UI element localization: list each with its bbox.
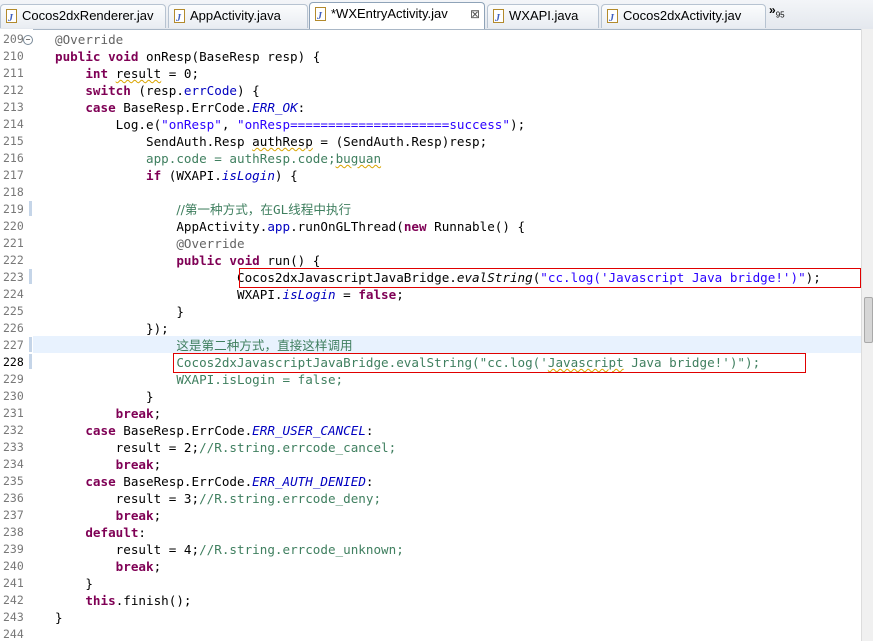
code-line-214[interactable]: Log.e("onResp", "onResp=================… xyxy=(55,116,525,133)
java-file-icon: J xyxy=(5,9,18,24)
code-line-236[interactable]: result = 3;//R.string.errcode_deny; xyxy=(55,490,381,507)
highlight-box-eval-string xyxy=(239,268,861,288)
overflow-count: 95 xyxy=(775,10,785,20)
change-marker xyxy=(29,201,32,216)
tab-wxapi[interactable]: J WXAPI.java xyxy=(487,4,599,28)
change-marker xyxy=(29,269,32,284)
editor-tab-bar: J Cocos2dxRenderer.jav J AppActivity.java … xyxy=(0,0,873,30)
tab-cocos2dx-renderer[interactable]: J Cocos2dxRenderer.jav xyxy=(0,4,166,28)
code-line-240[interactable]: break; xyxy=(55,558,162,575)
highlight-box-commented-eval xyxy=(173,353,806,373)
code-line-237[interactable]: break; xyxy=(55,507,162,524)
java-file-icon: J xyxy=(492,9,505,24)
change-marker xyxy=(29,354,32,369)
tab-label: WXAPI.java xyxy=(509,8,579,23)
code-line-217[interactable]: if (WXAPI.isLogin) { xyxy=(55,167,298,184)
tab-cocos2dx-activity[interactable]: J Cocos2dxActivity.jav xyxy=(601,4,766,28)
close-tab-icon[interactable]: ⊠ xyxy=(470,3,480,25)
java-file-icon: J xyxy=(606,9,619,24)
code-line-226[interactable]: }); xyxy=(55,320,169,337)
change-marker xyxy=(29,337,32,352)
code-line-235[interactable]: case BaseResp.ErrCode.ERR_AUTH_DENIED: xyxy=(55,473,373,490)
code-line-241[interactable]: } xyxy=(55,575,93,592)
code-line-234[interactable]: break; xyxy=(55,456,162,473)
code-line-215[interactable]: SendAuth.Resp authResp = (SendAuth.Resp)… xyxy=(55,133,487,150)
code-line-219[interactable]: //第一种方式，在GL线程中执行 xyxy=(55,201,351,218)
code-line-243[interactable]: } xyxy=(55,609,63,626)
vertical-scrollbar[interactable] xyxy=(861,29,873,641)
code-line-233[interactable]: result = 2;//R.string.errcode_cancel; xyxy=(55,439,397,456)
scrollbar-thumb[interactable] xyxy=(864,297,873,343)
tab-label: AppActivity.java xyxy=(190,8,281,23)
tab-overflow-button[interactable]: »95 xyxy=(769,3,785,19)
code-line-239[interactable]: result = 4;//R.string.errcode_unknown; xyxy=(55,541,404,558)
overview-ruler xyxy=(29,29,33,641)
code-line-210[interactable]: public void onResp(BaseResp resp) { xyxy=(55,48,320,65)
tab-label: Cocos2dxRenderer.jav xyxy=(22,8,154,23)
code-line-222[interactable]: public void run() { xyxy=(55,252,320,269)
java-file-icon: J xyxy=(173,9,186,24)
code-line-232[interactable]: case BaseResp.ErrCode.ERR_USER_CANCEL: xyxy=(55,422,373,439)
tab-label: Cocos2dxActivity.jav xyxy=(623,8,742,23)
code-line-224[interactable]: WXAPI.isLogin = false; xyxy=(55,286,404,303)
tab-app-activity[interactable]: J AppActivity.java xyxy=(168,4,308,28)
code-line-216[interactable]: app.code = authResp.code;buguan xyxy=(55,150,381,167)
code-line-238[interactable]: default: xyxy=(55,524,146,541)
code-line-242[interactable]: this.finish(); xyxy=(55,592,191,609)
code-line-225[interactable]: } xyxy=(55,303,184,320)
tab-label: *WXEntryActivity.jav xyxy=(331,6,448,21)
code-line-211[interactable]: int result = 0; xyxy=(55,65,199,82)
tab-wx-entry-activity[interactable]: J *WXEntryActivity.jav ⊠ xyxy=(309,2,485,29)
code-editor[interactable]: 209 210 211 212 213 214 215 216 217 218 219 220 221 2… xyxy=(0,29,873,641)
overflow-chevron-icon: » xyxy=(769,3,776,17)
code-line-220[interactable]: AppActivity.app.runOnGLThread(new Runnab… xyxy=(55,218,525,235)
code-line-227[interactable]: 这是第二种方式，直接这样调用 xyxy=(55,337,352,354)
code-line-229[interactable]: WXAPI.isLogin = false; xyxy=(55,371,343,388)
code-line-212[interactable]: switch (resp.errCode) { xyxy=(55,82,259,99)
code-line-221[interactable]: @Override xyxy=(55,235,244,252)
code-line-213[interactable]: case BaseResp.ErrCode.ERR_OK: xyxy=(55,99,305,116)
code-line-209[interactable]: @Override xyxy=(55,31,123,48)
code-line-231[interactable]: break; xyxy=(55,405,162,422)
java-file-icon: J xyxy=(314,7,327,22)
code-line-230[interactable]: } xyxy=(55,388,154,405)
